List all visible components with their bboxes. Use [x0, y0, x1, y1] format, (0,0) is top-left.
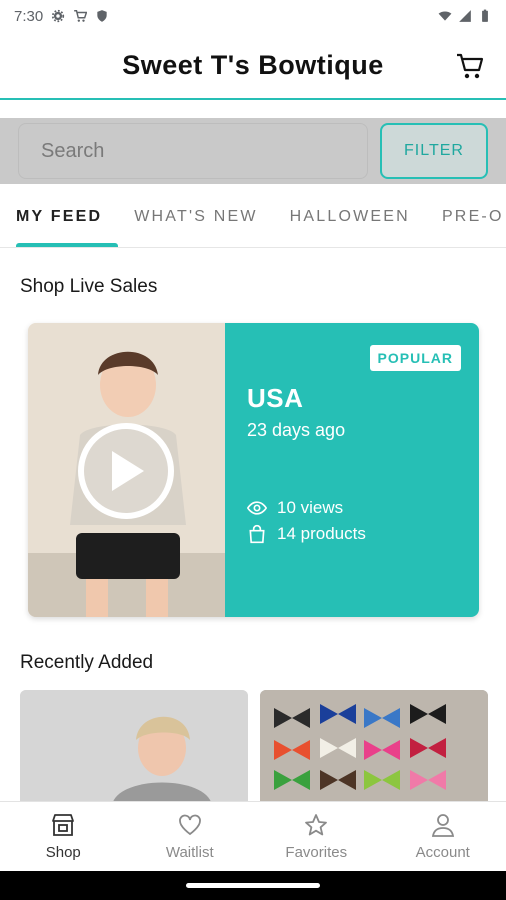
play-button[interactable] — [78, 423, 174, 519]
nav-label: Favorites — [285, 844, 348, 861]
account-icon — [431, 814, 454, 837]
recent-product-card[interactable] — [260, 690, 488, 805]
nav-favorites[interactable]: Favorites — [253, 802, 380, 871]
product-photo — [20, 690, 248, 805]
page-title: Sweet T's Bowtique — [122, 49, 384, 80]
signal-icon — [459, 10, 471, 22]
live-sale-date: 23 days ago — [247, 420, 346, 440]
search-placeholder: Search — [41, 139, 105, 162]
play-icon — [112, 451, 144, 491]
product-photo — [260, 690, 488, 805]
wifi-icon — [438, 11, 452, 21]
live-sale-card[interactable]: POPULAR USA 23 days ago 10 views 14 prod… — [28, 323, 479, 617]
gesture-bar — [0, 871, 506, 900]
heart-icon — [178, 814, 201, 836]
search-band: Search FILTER — [0, 118, 506, 184]
popular-badge: POPULAR — [369, 345, 461, 371]
live-sale-stats: 10 views 14 products — [247, 495, 366, 547]
filter-button[interactable]: FILTER — [380, 123, 488, 179]
recent-product-card[interactable] — [20, 690, 248, 805]
nav-label: Account — [415, 844, 470, 861]
settings-icon — [52, 9, 65, 23]
search-input[interactable]: Search — [18, 123, 368, 179]
live-sale-info: POPULAR USA 23 days ago 10 views 14 prod… — [225, 323, 479, 617]
tab-pre-order[interactable]: PRE-O — [426, 186, 506, 247]
app-header: Sweet T's Bowtique — [0, 32, 506, 100]
battery-icon — [482, 9, 488, 22]
status-bar: 7:30 — [0, 0, 506, 32]
nav-label: Waitlist — [165, 844, 214, 861]
tab-halloween[interactable]: HALLOWEEN — [274, 186, 426, 247]
nav-shop[interactable]: Shop — [0, 802, 127, 871]
recently-added-title: Recently Added — [20, 652, 154, 673]
tab-my-feed[interactable]: MY FEED — [0, 186, 119, 247]
shield-icon — [97, 10, 107, 22]
gesture-handle[interactable] — [186, 883, 320, 888]
category-tabs: MY FEED WHAT'S NEW HALLOWEEN PRE-O — [0, 186, 506, 248]
eye-icon — [247, 501, 267, 515]
nav-label: Shop — [45, 844, 81, 861]
products-count: 14 products — [277, 524, 366, 543]
live-sale-thumbnail — [28, 323, 225, 617]
status-time: 7:30 — [14, 7, 44, 25]
live-sale-title: USA — [247, 383, 304, 413]
star-icon — [305, 814, 328, 836]
views-count: 10 views — [277, 498, 344, 517]
views-row: 10 views — [247, 495, 366, 521]
bottom-nav: Shop Waitlist Favorites Account — [0, 801, 506, 871]
shopping-bag-icon — [249, 524, 265, 544]
tab-whats-new[interactable]: WHAT'S NEW — [118, 186, 273, 247]
cart-notification-icon — [74, 10, 88, 22]
live-sales-title: Shop Live Sales — [20, 276, 158, 297]
nav-account[interactable]: Account — [380, 802, 506, 871]
cart-icon[interactable] — [454, 50, 486, 82]
status-left: 7:30 — [14, 8, 109, 25]
status-right — [438, 9, 492, 23]
shop-icon — [52, 814, 75, 836]
products-row: 14 products — [247, 521, 366, 547]
nav-waitlist[interactable]: Waitlist — [127, 802, 254, 871]
